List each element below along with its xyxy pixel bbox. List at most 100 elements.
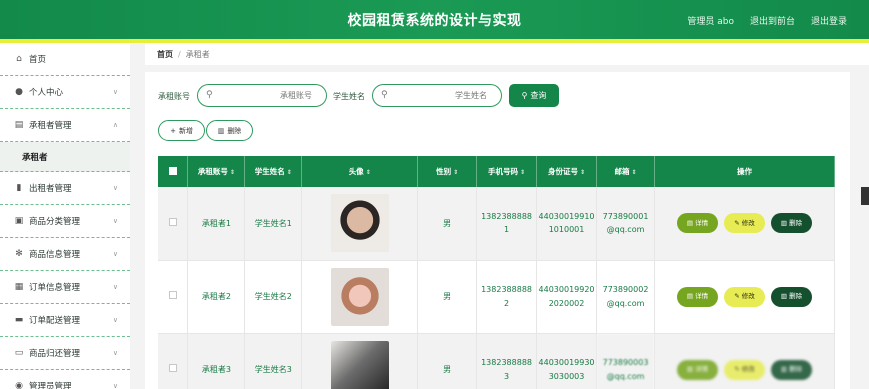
sidebar-item-lessor-manage[interactable]: ▮ 出租者管理 ∨ xyxy=(0,172,130,205)
edit-button[interactable]: ✎ 修改 xyxy=(724,286,765,307)
cell-gender: 男 xyxy=(417,260,478,334)
sidebar-item-category-manage[interactable]: ▣ 商品分类管理 ∨ xyxy=(0,205,130,238)
detail-button[interactable]: ▤ 详情 xyxy=(677,213,718,234)
gear-icon: ✻ xyxy=(15,249,23,259)
avatar xyxy=(330,194,389,253)
name-search-field[interactable]: ⚲ xyxy=(372,84,502,107)
select-all-checkbox[interactable] xyxy=(168,166,177,175)
cell-phone: 1382388888 3 xyxy=(476,333,538,389)
edit-button[interactable]: ✎ 修改 xyxy=(724,213,765,234)
cell-email: 773890003 @qq.com xyxy=(596,333,655,389)
select-all-cell[interactable] xyxy=(158,156,189,187)
cell-idcard: 44030019930 3030003 xyxy=(536,333,598,389)
chevron-down-icon: ∨ xyxy=(112,184,118,192)
user-icon: ● xyxy=(15,87,23,97)
cell-email: 773890002 @qq.com xyxy=(596,260,655,334)
detail-button[interactable]: ▤ 详情 xyxy=(677,286,718,307)
edit-button[interactable]: ✎ 修改 xyxy=(724,359,765,380)
row-checkbox[interactable] xyxy=(168,363,177,372)
account-search-field[interactable]: ⚲ xyxy=(197,84,327,107)
id-card-icon: ▤ xyxy=(14,120,24,130)
col-avatar[interactable]: 头像 ⇕ xyxy=(301,156,419,187)
shop-icon: ▣ xyxy=(14,216,24,226)
table-header-row: 承租账号 ⇕ 学生姓名 ⇕ 头像 ⇕ 性别 ⇕ 手机号码 ⇕ 身份证号 ⇕ 邮箱 ⇕ 操作 xyxy=(158,156,835,187)
admin-icon: ◉ xyxy=(15,381,23,389)
detail-button[interactable]: ▤ 详情 xyxy=(677,359,718,380)
pencil-icon: ✎ xyxy=(734,218,740,227)
col-email[interactable]: 邮箱 ⇕ xyxy=(596,156,655,187)
delete-button[interactable]: ▥ 删除 xyxy=(771,359,812,380)
sidebar-item-label: 出租者管理 xyxy=(29,184,72,194)
cell-name: 学生姓名1 xyxy=(244,187,303,261)
sidebar-item-label: 订单配送管理 xyxy=(29,316,81,326)
add-button[interactable]: + 新增 xyxy=(158,120,205,141)
sidebar-item-return-manage[interactable]: ▭ 商品归还管理 ∨ xyxy=(0,337,130,370)
delete-button[interactable]: ▥ 删除 xyxy=(771,213,812,234)
document-icon: ▦ xyxy=(14,282,24,292)
cell-gender: 男 xyxy=(417,333,478,389)
sort-icon: ⇕ xyxy=(453,169,459,176)
add-button-label: 新增 xyxy=(178,126,193,135)
sidebar-item-delivery-manage[interactable]: ▬ 订单配送管理 ∨ xyxy=(0,304,130,337)
col-name[interactable]: 学生姓名 ⇕ xyxy=(244,156,303,187)
sidebar-item-label: 承租者管理 xyxy=(29,121,72,131)
row-checkbox[interactable] xyxy=(168,290,177,299)
chevron-down-icon: ∨ xyxy=(112,349,118,357)
trash-icon: ▥ xyxy=(780,292,788,301)
sidebar-item-renter-manage[interactable]: ▤ 承租者管理 ∧ xyxy=(0,109,130,142)
chevron-down-icon: ∨ xyxy=(112,382,118,389)
batch-delete-label: 删除 xyxy=(227,126,242,135)
col-phone[interactable]: 手机号码 ⇕ xyxy=(476,156,538,187)
detail-icon: ▤ xyxy=(686,365,694,374)
detail-icon: ▤ xyxy=(686,292,694,301)
cell-name: 学生姓名3 xyxy=(244,333,303,389)
back-to-front-link[interactable]: 退出到前台 xyxy=(750,14,795,27)
account-search-input[interactable] xyxy=(198,91,326,100)
sidebar-item-goods-manage[interactable]: ✻ 商品信息管理 ∨ xyxy=(0,238,130,271)
top-header: 校园租赁系统的设计与实现 管理员 abo 退出到前台 退出登录 xyxy=(0,0,869,43)
chevron-down-icon: ∨ xyxy=(112,250,118,258)
side-drawer-handle[interactable] xyxy=(861,187,869,205)
detail-icon: ▤ xyxy=(686,218,694,227)
breadcrumb: 首页 / 承租者 xyxy=(145,43,869,65)
sidebar-item-label: 首页 xyxy=(29,55,47,65)
col-account[interactable]: 承租账号 ⇕ xyxy=(187,156,246,187)
header-links: 管理员 abo 退出到前台 退出登录 xyxy=(687,14,847,27)
chevron-down-icon: ∨ xyxy=(112,217,118,225)
sidebar-item-profile[interactable]: ● 个人中心 ∨ xyxy=(0,76,130,109)
sidebar-item-label: 商品信息管理 xyxy=(29,250,81,260)
trash-icon: ▥ xyxy=(780,365,788,374)
sort-icon: ⇕ xyxy=(520,169,526,176)
query-button-label: 查询 xyxy=(530,91,547,100)
col-ops: 操作 xyxy=(654,156,835,187)
search-icon: ⚲ xyxy=(521,91,528,100)
sidebar-item-order-manage[interactable]: ▦ 订单信息管理 ∨ xyxy=(0,271,130,304)
trash-icon: ▥ xyxy=(217,126,225,135)
name-search-input[interactable] xyxy=(373,91,501,100)
sort-icon: ⇕ xyxy=(631,169,637,176)
logout-link[interactable]: 退出登录 xyxy=(811,14,847,27)
sidebar-subitem-renter[interactable]: 承租者 xyxy=(0,142,130,172)
cell-name: 学生姓名2 xyxy=(244,260,303,334)
sidebar-item-admin-manage[interactable]: ◉ 管理员管理 ∨ xyxy=(0,370,130,389)
sidebar-item-home[interactable]: ⌂ 首页 xyxy=(0,43,130,76)
app-window: 校园租赁系统的设计与实现 管理员 abo 退出到前台 退出登录 ⌂ 首页 ● 个… xyxy=(0,0,869,389)
row-checkbox[interactable] xyxy=(168,217,177,226)
batch-delete-button[interactable]: ▥ 删除 xyxy=(206,120,253,141)
sidebar: ⌂ 首页 ● 个人中心 ∨ ▤ 承租者管理 ∧ 承租者 ▮ 出租者管理 ∨ ▣ … xyxy=(0,43,130,389)
search-icon: ⚲ xyxy=(206,90,213,100)
trash-icon: ▥ xyxy=(780,218,788,227)
table-row: 承租者3 学生姓名3 男 1382388888 3 44030019930 3030… xyxy=(158,333,835,389)
delete-button[interactable]: ▥ 删除 xyxy=(771,286,812,307)
sidebar-item-label: 商品归还管理 xyxy=(29,349,81,359)
admin-user-label[interactable]: 管理员 abo xyxy=(687,14,734,27)
chevron-up-icon: ∧ xyxy=(112,121,118,129)
sort-icon: ⇕ xyxy=(229,169,235,176)
search-icon: ⚲ xyxy=(381,90,388,100)
col-gender[interactable]: 性别 ⇕ xyxy=(417,156,478,187)
table-row: 承租者1 学生姓名1 男 1382388888 1 44030019910 1010… xyxy=(158,187,835,261)
cell-idcard: 44030019920 2020002 xyxy=(536,260,598,334)
col-idcard[interactable]: 身份证号 ⇕ xyxy=(536,156,598,187)
query-button[interactable]: ⚲ 查询 xyxy=(509,84,559,107)
breadcrumb-home[interactable]: 首页 xyxy=(157,49,173,60)
